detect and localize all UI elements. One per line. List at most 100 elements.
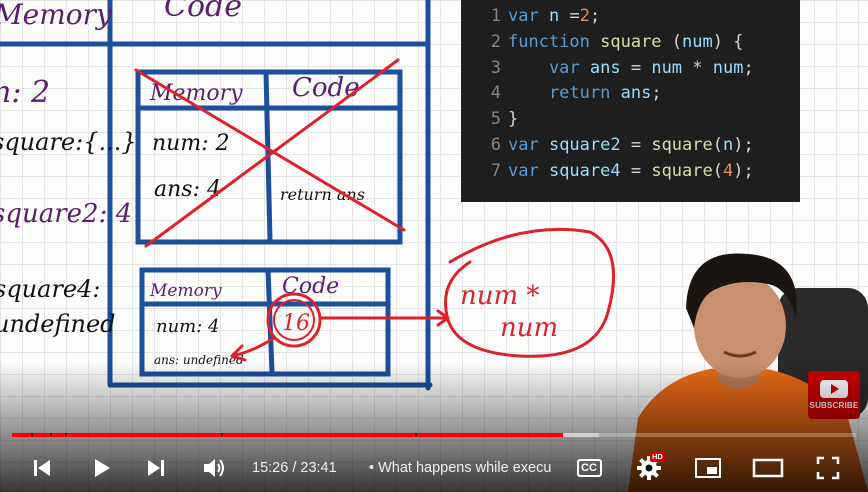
code-line: 7 var square4 = square(4);	[461, 159, 800, 185]
code-line: 5}	[461, 107, 800, 133]
code-token: ans	[620, 83, 652, 104]
code-line: 1 var n =2;	[461, 4, 800, 30]
chapter-marker	[65, 433, 68, 437]
code-token: );	[733, 134, 754, 155]
memory-entry-n: n: 2	[0, 75, 50, 110]
play-icon	[95, 459, 110, 477]
code-token: num	[712, 57, 744, 78]
code-token: ;	[743, 57, 754, 78]
box1-code-text: return ans	[280, 185, 365, 204]
line-number: 3	[490, 57, 501, 78]
skip-previous-icon	[34, 460, 50, 476]
code-token: =	[630, 57, 652, 78]
next-button[interactable]	[142, 450, 170, 486]
code-token: }	[508, 109, 519, 130]
time-separator: /	[288, 460, 301, 476]
code-token: *	[692, 57, 713, 78]
code-token: n	[723, 134, 734, 155]
video-player[interactable]: Memory Code n: 2 square:{...} square2: 4…	[0, 0, 868, 492]
code-editor-panel: 1 var n =2; 2 function square (num) {3 var …	[461, 0, 800, 202]
line-number: 4	[490, 83, 501, 104]
video-frame[interactable]: Memory Code n: 2 square:{...} square2: 4…	[0, 0, 868, 492]
code-token: ans	[589, 57, 631, 78]
theater-mode-button[interactable]	[751, 450, 785, 486]
code-token: =	[630, 134, 652, 155]
code-token: square4	[548, 160, 631, 181]
video-title: What happens while execu	[378, 460, 552, 476]
code-token: 2	[579, 6, 590, 26]
chapter-marker	[221, 433, 224, 437]
box1-num-entry: num: 2	[152, 131, 230, 156]
outer-memory-header: Memory	[0, 0, 113, 31]
code-token: var	[508, 160, 549, 181]
cloud-text-line-1: num *	[460, 281, 539, 311]
volume-button[interactable]	[199, 450, 231, 486]
youtube-logo-icon	[820, 380, 848, 398]
hd-badge: HD	[650, 452, 665, 462]
code-line: 4 return ans;	[461, 81, 800, 107]
captions-button[interactable]: CC	[574, 450, 604, 486]
code-token: var	[508, 134, 549, 155]
code-line: 3 var ans = num * num;	[461, 56, 800, 82]
code-line: 6 var square2 = square(n);	[461, 133, 800, 159]
code-token: ) {	[712, 31, 744, 52]
subscribe-label: SUBSCRIBE	[809, 401, 859, 410]
code-token: ;	[651, 83, 662, 104]
memory-entry-square: square:{...}	[0, 128, 137, 156]
code-lines: 1 var n =2; 2 function square (num) {3 var …	[461, 4, 800, 185]
code-token: var	[508, 6, 549, 26]
theater-mode-icon	[752, 458, 784, 478]
code-token: =	[630, 160, 652, 181]
code-token: num	[651, 57, 693, 78]
chapter-marker	[30, 433, 33, 437]
line-number: 1	[490, 6, 501, 26]
line-number: 7	[490, 160, 501, 181]
code-token: num	[682, 31, 713, 52]
chapter-marker	[415, 433, 418, 437]
volume-icon	[204, 459, 224, 477]
code-token: n	[548, 6, 570, 26]
box2-ans-entry: ans: undefined	[154, 353, 244, 367]
play-button[interactable]	[87, 450, 115, 486]
progress-bar[interactable]	[12, 433, 856, 437]
memory-entry-square4: square4:	[0, 275, 100, 303]
code-token: square2	[548, 134, 631, 155]
code-token: );	[733, 160, 754, 181]
cc-label: CC	[581, 462, 597, 474]
fullscreen-button[interactable]	[812, 450, 844, 486]
code-token: ;	[589, 6, 601, 26]
box2-num-entry: num: 4	[156, 316, 220, 337]
miniplayer-button[interactable]	[693, 450, 723, 486]
closed-captions-icon: CC	[576, 459, 602, 477]
circled-value: 16	[282, 311, 310, 336]
line-number: 2	[490, 31, 501, 52]
box1-code-header: Code	[292, 73, 360, 103]
miniplayer-icon	[695, 458, 721, 478]
code-token: return	[508, 83, 621, 104]
outer-code-header: Code	[164, 0, 242, 24]
code-token: function	[508, 31, 601, 52]
line-number: 5	[490, 109, 501, 130]
duration: 23:41	[300, 460, 337, 476]
code-token: 4	[723, 160, 734, 181]
code-token: (	[712, 134, 723, 155]
progress-played	[12, 433, 564, 437]
settings-button[interactable]: HD	[634, 450, 665, 486]
code-token: =	[569, 6, 580, 26]
control-bar: 15:26 / 23:41 • What happens while execu…	[0, 444, 868, 492]
memory-entry-undefined: undefined	[0, 310, 116, 338]
code-token: (	[671, 31, 683, 52]
chapter-title-button[interactable]: • What happens while execu	[369, 444, 563, 492]
chapter-marker	[49, 433, 52, 437]
previous-button[interactable]	[28, 450, 56, 486]
line-number: 6	[490, 134, 501, 155]
code-token: square	[651, 160, 713, 181]
box2-memory-header: Memory	[149, 281, 222, 301]
time-display: 15:26 / 23:41	[252, 444, 337, 492]
subscribe-watermark[interactable]: SUBSCRIBE	[808, 371, 860, 419]
code-token: (	[712, 160, 723, 181]
code-line: 2 function square (num) {	[461, 30, 800, 56]
code-token: square	[651, 134, 713, 155]
fullscreen-icon	[816, 456, 840, 480]
cloud-text-line-2: num	[500, 313, 558, 343]
